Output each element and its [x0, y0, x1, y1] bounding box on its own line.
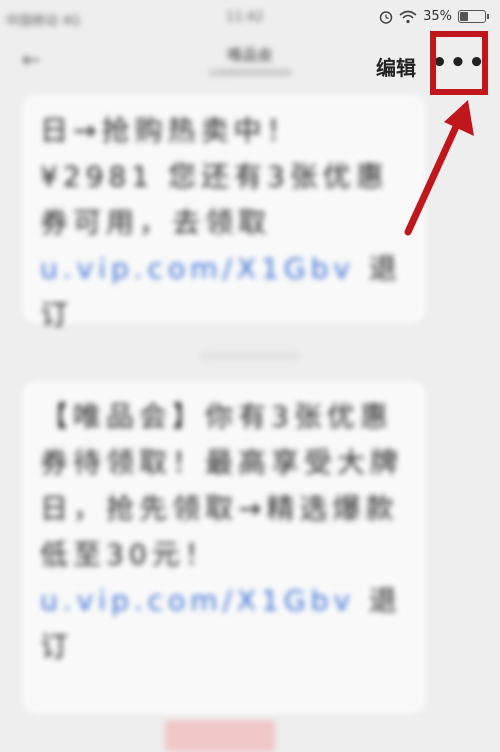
message-text: 【唯品会】你有3张优惠券待领取！最高享受大牌日，抢先领取→精选爆款低至30元！ — [40, 400, 404, 571]
alarm-icon — [379, 10, 393, 24]
carrier-label: 中国移动 4G — [6, 14, 81, 29]
message-text: ¥2981 您还有3张优惠券可用，去领取 — [40, 160, 389, 239]
message-bubble[interactable]: 【唯品会】你有3张优惠券待领取！最高享受大牌日，抢先领取→精选爆款低至30元！ … — [22, 380, 426, 714]
status-icons: 35% — [379, 9, 489, 24]
status-bar: 中国移动 4G 11:42 35% — [0, 0, 500, 34]
message-link[interactable]: u.vip.com/X1Gbv — [40, 584, 355, 617]
wifi-icon — [399, 10, 417, 23]
message-link[interactable]: u.vip.com/X1Gbv — [40, 252, 355, 285]
clock: 11:42 — [226, 10, 264, 25]
battery-percent: 35% — [423, 9, 452, 24]
edit-button[interactable]: 编辑 — [376, 52, 416, 81]
highlight-box — [430, 31, 488, 95]
battery-fill — [460, 12, 468, 21]
message-bubble[interactable]: 日→抢购热卖中！ ¥2981 您还有3张优惠券可用，去领取 u.vip.com/… — [22, 94, 426, 331]
timestamp-divider — [200, 352, 300, 360]
conversation-title: 唯品会 — [227, 46, 273, 64]
back-arrow-icon[interactable]: ← — [22, 48, 40, 73]
bottom-badge — [165, 720, 275, 752]
message-text: 日→抢购热卖中！ — [40, 114, 300, 147]
conversation-header: ← 唯品会 1069000000000 编辑 — [0, 34, 500, 96]
battery-icon — [458, 10, 489, 23]
conversation-number: 1069000000000 — [208, 68, 292, 79]
